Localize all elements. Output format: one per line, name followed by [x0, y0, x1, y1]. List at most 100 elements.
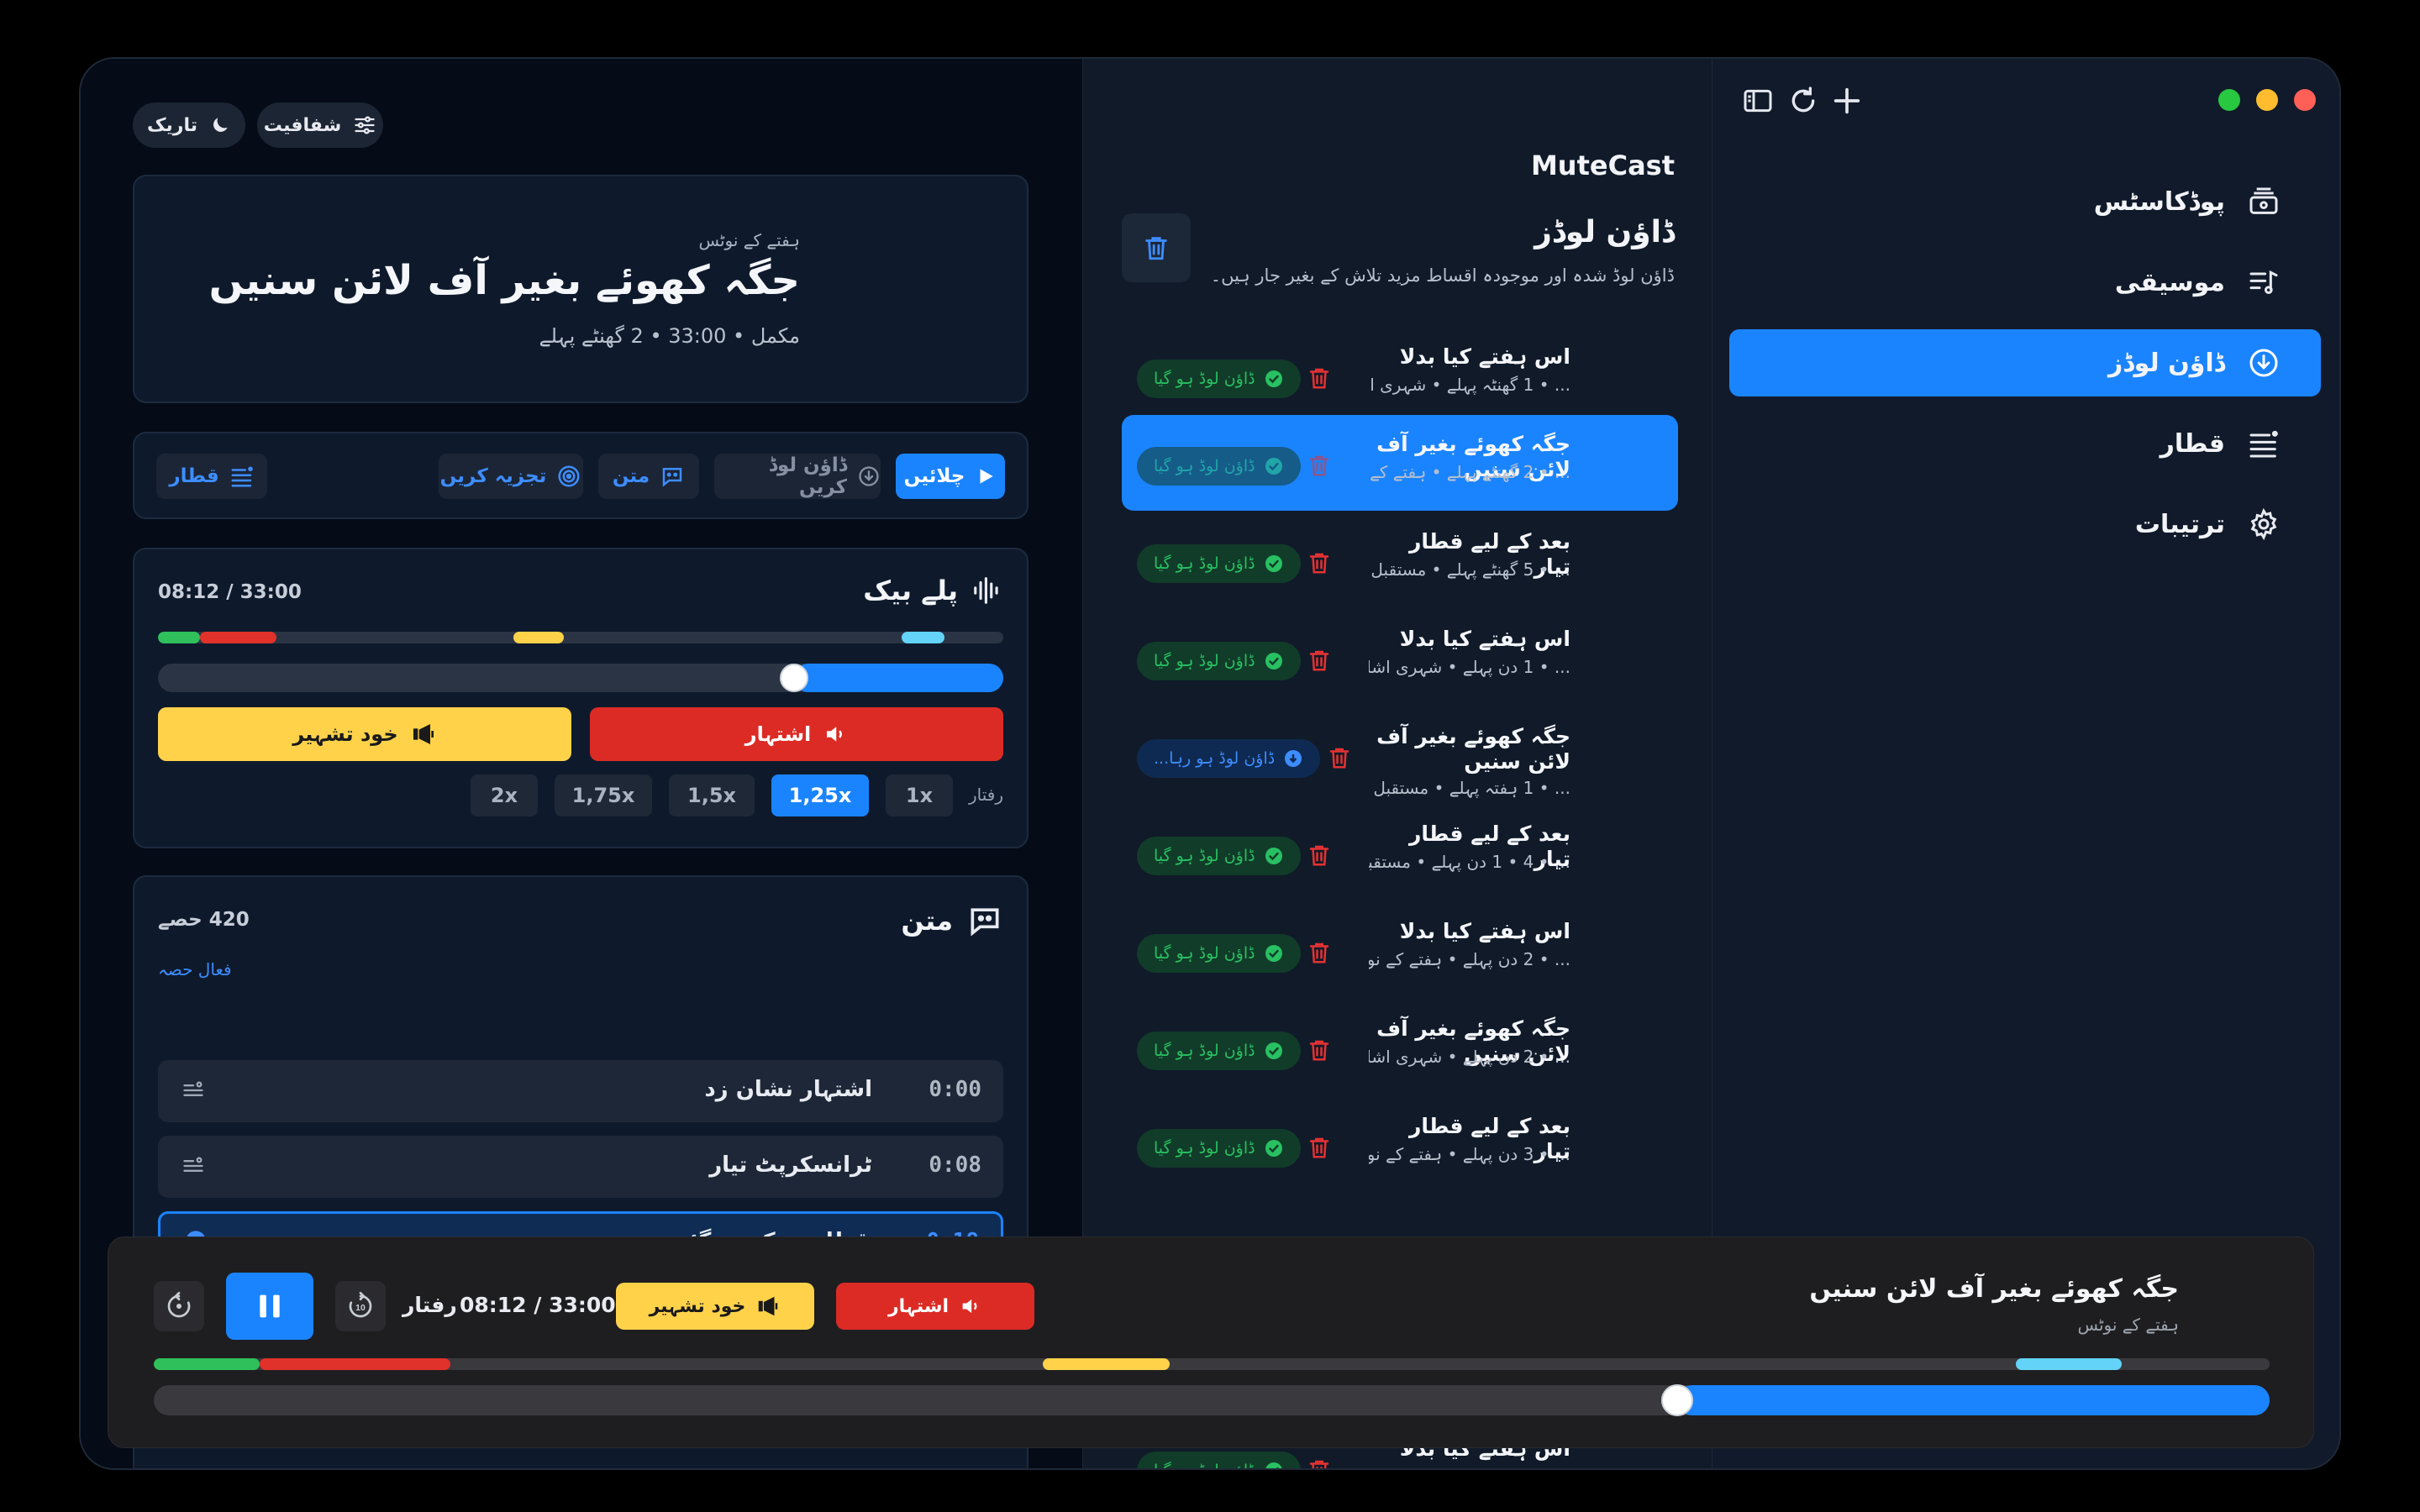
download-title: جگہ کھوئے بغیر آف لائن سنیں: [1376, 724, 1570, 774]
episode-meta: مکمل • 33:00 • 2 گھنٹے پہلے: [539, 324, 801, 348]
segment-marker-sponsor: [158, 632, 201, 643]
zoom-window-button[interactable]: [2218, 89, 2240, 111]
download-status-badge: ڈاؤن لوڈ ہو گیا: [1137, 642, 1301, 680]
mini-progress-slider[interactable]: [154, 1384, 2270, 1416]
skip-self-promo-button[interactable]: خود تشہیر: [158, 707, 571, 761]
speed-option-1.75x[interactable]: 1,75x: [555, 774, 652, 816]
speed-option-1.5x[interactable]: 1,5x: [669, 774, 755, 816]
queue-label: قطار: [169, 465, 219, 487]
add-icon[interactable]: [1830, 84, 1864, 118]
download-title: اس ہفتے کیا بدلا: [1399, 919, 1570, 943]
transparency-label: شفافیت: [263, 114, 342, 136]
speed-option-1x[interactable]: 1x: [886, 774, 953, 816]
dark-mode-button[interactable]: تاریک: [133, 102, 245, 148]
sidebar-item-label: ترتیبات: [2134, 509, 2225, 539]
queue-icon: [231, 466, 253, 487]
delete-button[interactable]: [1307, 938, 1332, 967]
check-circle-icon: [1265, 1140, 1282, 1157]
download-meta: ... • 1 گھنٹہ پہلے • شہری اشارے: [1369, 375, 1570, 395]
delete-button[interactable]: [1307, 364, 1332, 392]
transcript-segment[interactable]: 0:08 ٹرانسکرپٹ تیار: [158, 1136, 1003, 1198]
download-status-label: ڈاؤن لوڈ ہو گیا: [1154, 1139, 1255, 1158]
delete-button[interactable]: [1307, 1456, 1332, 1468]
moon-icon: [213, 118, 228, 132]
minimize-window-button[interactable]: [2256, 89, 2278, 111]
delete-button[interactable]: [1307, 1133, 1332, 1162]
sidebar-item-settings[interactable]: ترتیبات: [1729, 491, 2321, 558]
download-status-badge: ڈاؤن لوڈ ہو رہا...: [1137, 739, 1321, 778]
refresh-icon[interactable]: [1786, 84, 1820, 118]
sidebar-item-queue[interactable]: قطار: [1729, 410, 2321, 477]
sidebar-toggle-icon[interactable]: [1741, 84, 1775, 118]
delete-button[interactable]: [1327, 743, 1352, 772]
queue-button[interactable]: قطار: [156, 454, 267, 499]
transcript-title-label: متن: [901, 905, 953, 937]
speed-label: رفتار: [968, 785, 1003, 805]
delete-all-button[interactable]: [1122, 213, 1191, 282]
downloading-icon: [1285, 750, 1302, 767]
download-meta: ... • 2 گھنٹے پہلے • ہفتے کے نوٹس: [1369, 462, 1570, 482]
active-segment-link[interactable]: فعال حصہ: [158, 959, 232, 979]
delete-button[interactable]: [1307, 451, 1332, 480]
sidebar-item-label: قطار: [2160, 428, 2225, 459]
download-button[interactable]: ڈاؤن لوڈ کریں: [714, 454, 881, 499]
check-circle-icon: [1265, 458, 1282, 475]
segment-marker-ad: [200, 632, 276, 643]
show-name: ہفتے کے نوٹس: [698, 230, 800, 250]
download-status-badge: ڈاؤن لوڈ ہو گیا: [1137, 360, 1301, 398]
page-title: ڈاؤن لوڈز: [1534, 215, 1675, 249]
download-label: ڈاؤن لوڈ کریں: [768, 454, 848, 498]
download-row[interactable]: بعد کے لیے قطار تیار... • 3 دن پہلے • ہف…: [1122, 1097, 1678, 1193]
download-row[interactable]: جگہ کھوئے بغیر آف لائن سنیں... • 2 دن پہ…: [1122, 1000, 1678, 1095]
sidebar-item-downloads[interactable]: ڈاؤن لوڈز: [1729, 329, 2321, 396]
download-row[interactable]: اس ہفتے کیا بدلا ... • 1 دن پہلے • شہری ا…: [1122, 610, 1678, 706]
download-status-badge: ڈاؤن لوڈ ہو گیا: [1137, 837, 1301, 875]
download-status-label: ڈاؤن لوڈ ہو گیا: [1154, 652, 1255, 670]
speed-option-2x[interactable]: 2x: [471, 774, 538, 816]
check-circle-icon: [1265, 945, 1282, 962]
download-status-badge: ڈاؤن لوڈ ہو گیا: [1137, 544, 1301, 583]
delete-button[interactable]: [1307, 646, 1332, 675]
delete-button[interactable]: [1307, 1036, 1332, 1064]
queue-icon: [2249, 430, 2278, 458]
skip-self-promo-button[interactable]: خود تشہیر: [616, 1283, 814, 1330]
skip-back-button[interactable]: [154, 1281, 204, 1331]
download-meta: ... • 4 دن پہلے • ہفتے کے نوٹس: [1369, 1467, 1570, 1468]
analyze-button[interactable]: تجزیہ کریں: [439, 454, 583, 499]
self-promo-label: خود تشہیر: [292, 722, 398, 746]
download-status-badge: ڈاؤن لوڈ ہو گیا: [1137, 1032, 1301, 1070]
download-row[interactable]: اس ہفتے کیا بدلا ... • 2 دن پہلے • ہفتے ک…: [1122, 902, 1678, 998]
transcript-segment[interactable]: 0:00 اشتہار نشان زد: [158, 1060, 1003, 1122]
skip-forward-button[interactable]: 10: [335, 1281, 386, 1331]
download-status-label: ڈاؤن لوڈ ہو گیا: [1154, 457, 1255, 475]
mini-player-title: جگہ کھوئے بغیر آف لائن سنیں: [1809, 1274, 2179, 1304]
speed-option-1.25x[interactable]: 1,25x: [771, 774, 869, 816]
skip-ad-button[interactable]: اشتہار: [590, 707, 1003, 761]
mini-progress-knob[interactable]: [1660, 1384, 1693, 1416]
download-status-badge: ڈاؤن لوڈ ہو گیا: [1137, 447, 1301, 486]
close-window-button[interactable]: [2294, 89, 2316, 111]
transcript-button[interactable]: متن: [598, 454, 699, 499]
download-row[interactable]: جگہ کھوئے بغیر آف لائن سنیں... • 2 گھنٹے…: [1122, 415, 1678, 511]
mini-player-speed-label[interactable]: رفتار: [402, 1293, 457, 1317]
download-row[interactable]: جگہ کھوئے بغیر آف لائن سنیں ... • 1 ہفتہ …: [1122, 707, 1678, 803]
segment-markers-track: [158, 632, 1003, 643]
download-row[interactable]: اس ہفتے کیا بدلا ... • 1 گھنٹہ پہلے • شہر…: [1122, 328, 1678, 423]
delete-button[interactable]: [1307, 841, 1332, 869]
delete-button[interactable]: [1307, 549, 1332, 577]
transcript-title: متن: [901, 902, 1003, 939]
pause-button[interactable]: [226, 1273, 313, 1340]
app-name: MuteCast: [1530, 150, 1675, 181]
podcasts-icon: [2249, 187, 2278, 214]
skip-ad-button[interactable]: اشتہار: [836, 1283, 1034, 1330]
playback-progress-knob[interactable]: [779, 664, 808, 692]
download-row[interactable]: بعد کے لیے قطار تیار... • 4 • 1 دن پہلے …: [1122, 805, 1678, 900]
play-button[interactable]: چلائیں: [896, 454, 1005, 499]
sidebar-item-podcasts[interactable]: پوڈکاسٹس: [1729, 168, 2321, 235]
playback-progress-slider[interactable]: [158, 664, 1003, 692]
segment-text: ٹرانسکرپٹ تیار: [709, 1152, 872, 1178]
download-row[interactable]: بعد کے لیے قطار تیار... • 5 گھنٹے پہلے •…: [1122, 512, 1678, 608]
transparency-button[interactable]: شفافیت: [257, 102, 383, 148]
sidebar-item-music[interactable]: موسیقی: [1729, 249, 2321, 316]
analyze-icon: [558, 465, 580, 487]
